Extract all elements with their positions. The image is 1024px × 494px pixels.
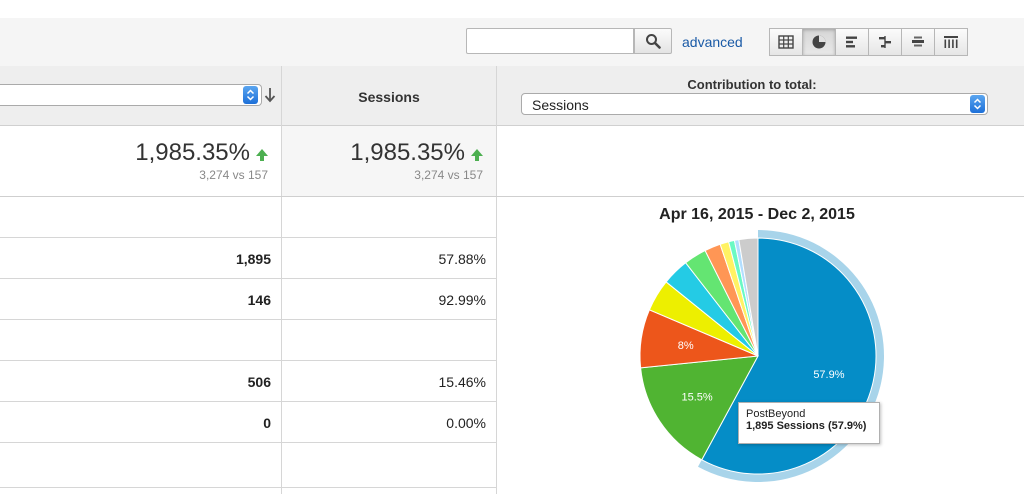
chart-tooltip: PostBeyond 1,895 Sessions (57.9%) <box>738 402 880 444</box>
up-arrow-icon <box>256 149 268 161</box>
row-sessions-value: 506 <box>247 374 271 390</box>
summary-comparison: 3,274 vs 157 <box>414 168 483 182</box>
table-row[interactable] <box>0 197 497 238</box>
advanced-filter-link[interactable]: advanced <box>682 34 743 50</box>
row-sessions-value: 0 <box>263 415 271 431</box>
row-sessions-value: 146 <box>247 292 271 308</box>
pie-slice-label: 15.5% <box>682 392 713 404</box>
row-sessions-value: 1,895 <box>235 251 271 267</box>
summary-change-pct: 1,985.35% <box>282 139 483 167</box>
select-stepper-icon <box>243 86 258 104</box>
table-row[interactable] <box>0 443 497 488</box>
sessions-pie-chart: 57.9% 15.5% 8% <box>639 230 884 482</box>
pie-chart-icon <box>812 35 826 49</box>
pie-slice-label: 8% <box>678 340 694 352</box>
sessions-column-header[interactable]: Sessions <box>282 89 496 105</box>
term-cloud-icon <box>912 36 924 47</box>
percentage-view-button[interactable] <box>802 28 836 56</box>
search-input[interactable] <box>466 28 634 54</box>
row-sessions-pct: 57.88% <box>438 251 486 267</box>
contribution-metric-select[interactable]: Sessions <box>521 93 988 115</box>
sort-descending-icon[interactable] <box>264 87 276 103</box>
tooltip-detail: 1,895 Sessions (57.9%) <box>746 420 867 432</box>
summary-change-pct: 1,985.35% <box>0 139 268 167</box>
magnifier-icon <box>646 34 661 49</box>
pivot-icon <box>944 36 958 48</box>
search-button[interactable] <box>634 28 672 54</box>
select-stepper-icon <box>970 95 985 113</box>
bar-performance-icon <box>846 36 857 48</box>
row-sessions-pct: 15.46% <box>438 374 486 390</box>
comparison-view-button[interactable] <box>868 28 902 56</box>
performance-view-button[interactable] <box>835 28 869 56</box>
top-strip <box>0 0 1024 19</box>
row-sessions-pct: 0.00% <box>446 415 486 431</box>
pivot-view-button[interactable] <box>934 28 968 56</box>
grid-table-icon <box>778 35 794 49</box>
comparison-icon <box>879 36 891 48</box>
up-arrow-icon <box>471 149 483 161</box>
pie-slice-label: 57.9% <box>813 369 844 381</box>
contribution-metric-value: Sessions <box>532 97 589 113</box>
summary-comparison: 3,274 vs 157 <box>199 168 268 182</box>
data-view-button[interactable] <box>769 28 803 56</box>
secondary-metric-select[interactable] <box>0 84 262 106</box>
table-row[interactable] <box>0 320 497 361</box>
tooltip-name: PostBeyond <box>746 408 806 420</box>
chart-title: Apr 16, 2015 - Dec 2, 2015 <box>659 206 855 223</box>
view-switcher <box>769 28 968 56</box>
term-cloud-view-button[interactable] <box>901 28 935 56</box>
contribution-label: Contribution to total: <box>687 77 817 92</box>
row-sessions-pct: 92.99% <box>438 292 486 308</box>
